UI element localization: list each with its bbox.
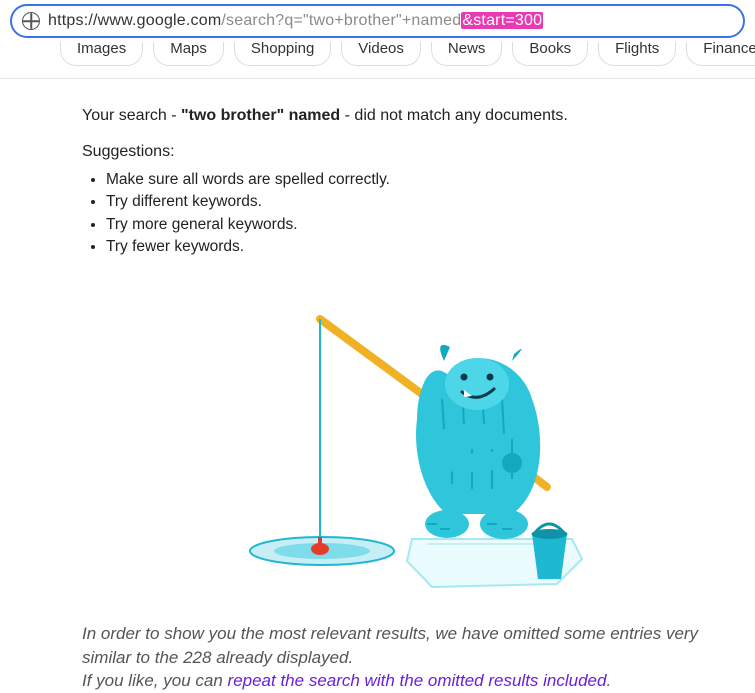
suggestions-list: Make sure all words are spelled correctl… [82,169,720,259]
tab-news[interactable]: News [431,42,503,66]
tab-images[interactable]: Images [60,42,143,66]
suggestion-item: Try different keywords. [106,191,720,213]
suggestion-item: Make sure all words are spelled correctl… [106,169,720,191]
url-scheme: https [48,12,84,29]
suggestion-item: Try more general keywords. [106,214,720,236]
url-text: https://www.google.com/search?q="two+bro… [48,12,543,30]
msg-suffix: - did not match any documents. [340,107,568,124]
tab-books[interactable]: Books [512,42,588,66]
suggestions-title: Suggestions: [82,143,720,161]
url-path: /search?q="two+brother"+named [221,12,461,29]
tab-flights[interactable]: Flights [598,42,676,66]
omit-text-1a: In order to show you the most relevant r… [82,624,698,667]
msg-query: "two brother" named [181,107,340,124]
url-host: ://www.google.com [84,12,222,29]
no-results-message: Your search - "two brother" named - did … [82,107,720,125]
tab-shopping[interactable]: Shopping [234,42,331,66]
content-area: Your search - "two brother" named - did … [0,79,720,622]
omitted-results-notice: In order to show you the most relevant r… [0,622,740,693]
omit-text-1b: already displayed. [211,648,353,667]
fishing-monster-illustration [212,289,612,589]
msg-prefix: Your search - [82,107,181,124]
search-tabs: Images Maps Shopping Videos News Books F… [0,42,755,79]
omit-count: 228 [183,648,211,667]
globe-icon [22,12,40,30]
address-bar[interactable]: https://www.google.com/search?q="two+bro… [10,4,745,38]
url-highlight: &start=300 [461,12,543,29]
tab-finance[interactable]: Finance [686,42,755,66]
tab-videos[interactable]: Videos [341,42,421,66]
tab-maps[interactable]: Maps [153,42,224,66]
suggestion-item: Try fewer keywords. [106,236,720,258]
